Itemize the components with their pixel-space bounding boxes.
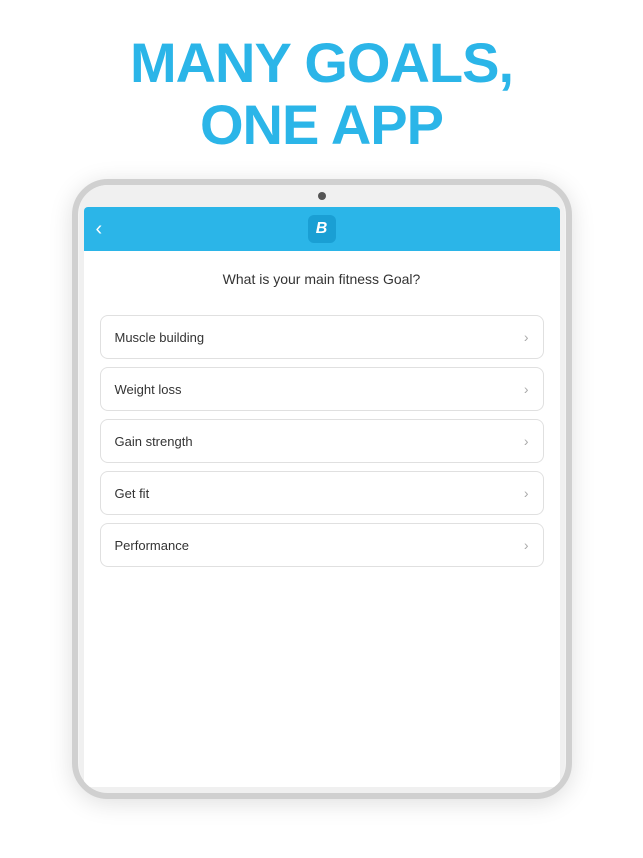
chevron-right-icon: ›	[524, 537, 529, 553]
app-logo: B	[308, 215, 336, 243]
back-button[interactable]: ‹	[96, 218, 103, 241]
option-label: Performance	[115, 538, 189, 553]
option-item[interactable]: Get fit ›	[100, 471, 544, 515]
headline-text: MANY GOALS, ONE APP	[130, 32, 513, 155]
options-list: Muscle building›Weight loss›Gain strengt…	[100, 315, 544, 567]
tablet-screen: ‹ B What is your main fitness Goal? Musc…	[84, 207, 560, 787]
app-content: What is your main fitness Goal? Muscle b…	[84, 251, 560, 787]
option-item[interactable]: Weight loss ›	[100, 367, 544, 411]
option-label: Muscle building	[115, 330, 205, 345]
option-item[interactable]: Gain strength ›	[100, 419, 544, 463]
chevron-right-icon: ›	[524, 329, 529, 345]
tablet-wrapper: ‹ B What is your main fitness Goal? Musc…	[0, 179, 643, 858]
headline-line1: MANY GOALS,	[130, 32, 513, 94]
tablet-device: ‹ B What is your main fitness Goal? Musc…	[72, 179, 572, 799]
camera-dot	[318, 192, 326, 200]
app-navbar: ‹ B	[84, 207, 560, 251]
headline-section: MANY GOALS, ONE APP	[130, 0, 513, 179]
option-label: Weight loss	[115, 382, 182, 397]
chevron-right-icon: ›	[524, 381, 529, 397]
fitness-goal-question: What is your main fitness Goal?	[223, 271, 421, 287]
tablet-top-bar	[78, 185, 566, 207]
chevron-right-icon: ›	[524, 433, 529, 449]
option-label: Get fit	[115, 486, 150, 501]
headline-line2: ONE APP	[130, 94, 513, 156]
option-item[interactable]: Performance ›	[100, 523, 544, 567]
option-item[interactable]: Muscle building ›	[100, 315, 544, 359]
option-label: Gain strength	[115, 434, 193, 449]
chevron-right-icon: ›	[524, 485, 529, 501]
